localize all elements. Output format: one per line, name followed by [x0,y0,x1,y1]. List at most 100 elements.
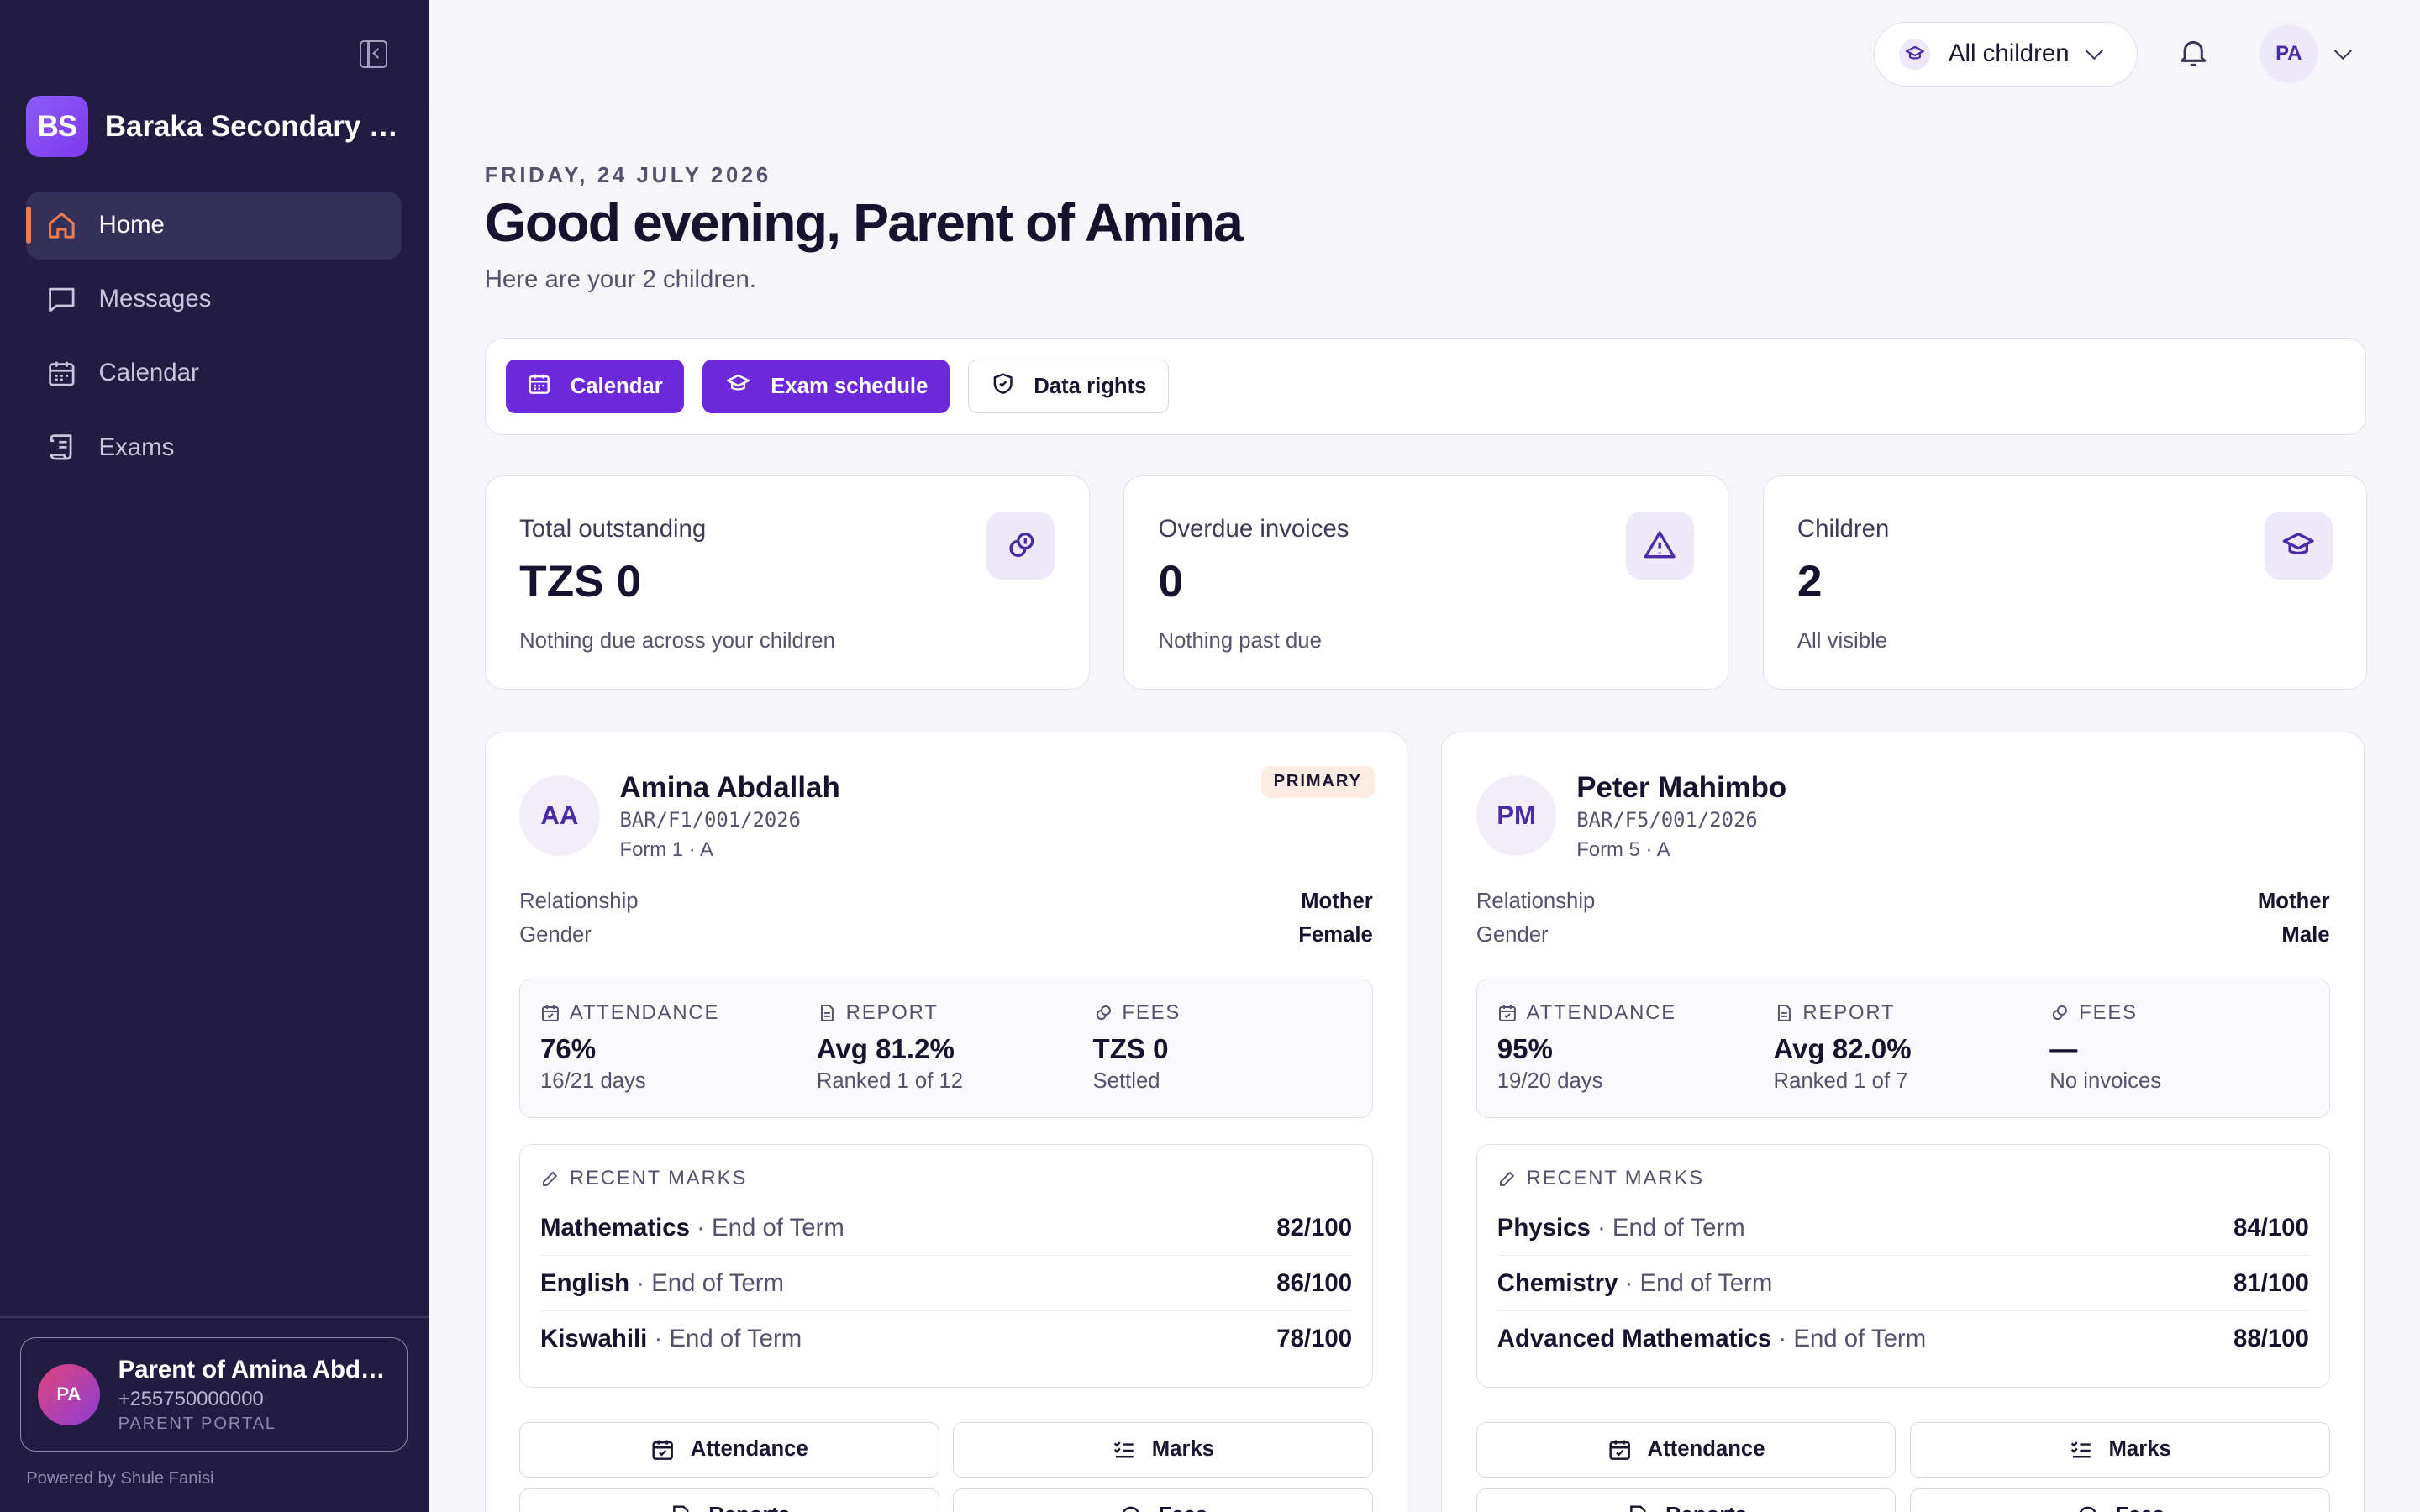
metric-label: FEES [1122,1001,1181,1025]
calendar-check-icon [652,1440,673,1460]
mark-term: · End of Term [629,1268,785,1297]
child-name[interactable]: Amina Abdallah [620,771,840,805]
list-item[interactable]: Physics · End of Term 84/100 [1497,1200,2309,1257]
metric-label: REPORT [1802,1001,1896,1025]
marks-button[interactable]: Marks [953,1421,1373,1478]
list-item[interactable]: Chemistry · End of Term 81/100 [1497,1256,2309,1312]
data-rights-button[interactable]: Data rights [968,359,1170,414]
user-menu-button[interactable]: PA [2259,24,2352,84]
sidebar-item-label: Messages [98,285,212,313]
profile-card[interactable]: PA Parent of Amina Abdallah +25575000000… [19,1337,408,1452]
sidebar-item-home[interactable]: Home [26,191,402,260]
exam-schedule-button[interactable]: Exam schedule [702,359,950,414]
metric-value: Avg 82.0% [1773,1034,1912,1066]
stat-card-overdue: Overdue invoices 0 Nothing past due [1123,475,1729,690]
document-icon [1630,1505,1646,1512]
page-date: FRIDAY, 24 JULY 2026 [484,163,771,187]
checklist-icon [1113,1441,1134,1458]
relationship-row: Relationship Mother [1476,890,2330,914]
list-item[interactable]: Kiswahili · End of Term 78/100 [540,1311,1352,1367]
metric-label: ATTENDANCE [569,1001,720,1025]
collapse-sidebar-icon[interactable] [359,39,387,68]
relationship-label: Relationship [519,889,639,913]
sidebar-item-exams[interactable]: Exams [26,413,401,481]
metric-value: 95% [1497,1034,1553,1066]
button-label: Fees [2115,1504,2165,1512]
stat-value: 0 [1158,557,1184,607]
message-icon [46,284,77,315]
sidebar-item-label: Home [98,211,165,239]
shield-icon [991,371,1015,402]
powered-by: Powered by Shule Fanisi [26,1468,214,1488]
mark-score: 81/100 [2233,1268,2309,1297]
child-filter-select[interactable]: All children [1873,21,2138,87]
stat-sub: All visible [1797,628,1888,653]
list-item[interactable]: Advanced Mathematics · End of Term 88/10… [1497,1311,2309,1367]
stat-value: 2 [1797,557,1823,607]
child-card: PM Peter Mahimbo BAR/F5/001/2026 Form 5 … [1441,731,2365,1512]
mark-score: 88/100 [2233,1325,2309,1353]
reports-button[interactable]: Reports [1476,1488,1897,1512]
child-name[interactable]: Peter Mahimbo [1576,771,1786,805]
calendar-check-icon [1498,1005,1516,1022]
fees-button[interactable]: Fees [1909,1488,2330,1512]
document-icon [1777,1005,1791,1022]
gender-row: Gender Female [519,923,1373,948]
brand-name: Baraka Secondary School [104,109,406,143]
metric-label: ATTENDANCE [1526,1001,1676,1025]
button-label: Calendar [570,374,663,398]
button-label: Attendance [1647,1437,1765,1462]
brand[interactable]: BS Baraka Secondary School [26,95,406,158]
marks-title: RECENT MARKS [1526,1166,1704,1189]
sidebar-item-calendar[interactable]: Calendar [26,339,401,407]
metric-sub: Ranked 1 of 12 [816,1068,964,1093]
relationship-value: Mother [1301,889,1373,913]
button-label: Fees [1159,1504,1208,1512]
marks-button[interactable]: Marks [1909,1421,2330,1478]
metric-sub: 16/21 days [540,1068,646,1093]
mark-subject: Physics [1497,1213,1591,1242]
mark-term: · End of Term [647,1325,802,1353]
bell-icon[interactable] [2176,35,2210,76]
metric-sub: 19/20 days [1497,1068,1603,1093]
fees-metric: FEES — No invoices [2049,1001,2161,1094]
button-label: Data rights [1034,374,1147,398]
sidebar: BS Baraka Secondary School Home Messages [0,0,429,1512]
reports-button[interactable]: Reports [519,1488,939,1512]
document-icon [820,1005,834,1022]
button-label: Reports [1665,1504,1747,1512]
metric-label: REPORT [845,1001,939,1025]
avatar: PA [2259,24,2318,84]
home-icon [46,210,77,241]
list-item[interactable]: English · End of Term 86/100 [540,1256,1353,1312]
chevron-down-icon [2085,42,2103,60]
avatar: AA [519,775,600,856]
calendar-check-icon [1609,1440,1630,1460]
attendance-button[interactable]: Attendance [519,1421,939,1478]
recent-marks: RECENT MARKS Physics · End of Term 84/10… [1476,1143,2330,1389]
sidebar-item-label: Exams [98,433,175,461]
attendance-metric: ATTENDANCE 76% 16/21 days [540,1001,719,1094]
list-item[interactable]: Mathematics · End of Term 82/100 [540,1200,1353,1257]
metric-value: 76% [540,1034,597,1066]
stat-label: Overdue invoices [1158,514,1349,543]
mark-subject: English [540,1268,630,1297]
graduation-cap-icon [1899,38,1930,70]
fees-button[interactable]: Fees [953,1488,1373,1512]
warning-icon [1625,511,1694,580]
calendar-button[interactable]: Calendar [505,359,685,414]
page-title: Good evening, Parent of Amina [484,192,1244,253]
child-reg-number: BAR/F5/001/2026 [1576,807,1758,832]
relationship-row: Relationship Mother [519,890,1373,914]
document-icon [673,1505,689,1512]
metric-label: FEES [2079,1001,2138,1025]
sidebar-item-label: Calendar [98,359,199,387]
child-card: AA Amina Abdallah BAR/F1/001/2026 Form 1… [484,731,1408,1512]
sidebar-item-messages[interactable]: Messages [26,265,401,333]
relationship-value: Mother [2257,889,2330,913]
mark-term: · End of Term [1618,1268,1773,1297]
status-badge: PRIMARY [1260,766,1375,798]
attendance-button[interactable]: Attendance [1476,1421,1897,1478]
report-metric: REPORT Avg 82.0% Ranked 1 of 7 [1774,1001,1912,1094]
stat-label: Children [1797,514,1890,543]
